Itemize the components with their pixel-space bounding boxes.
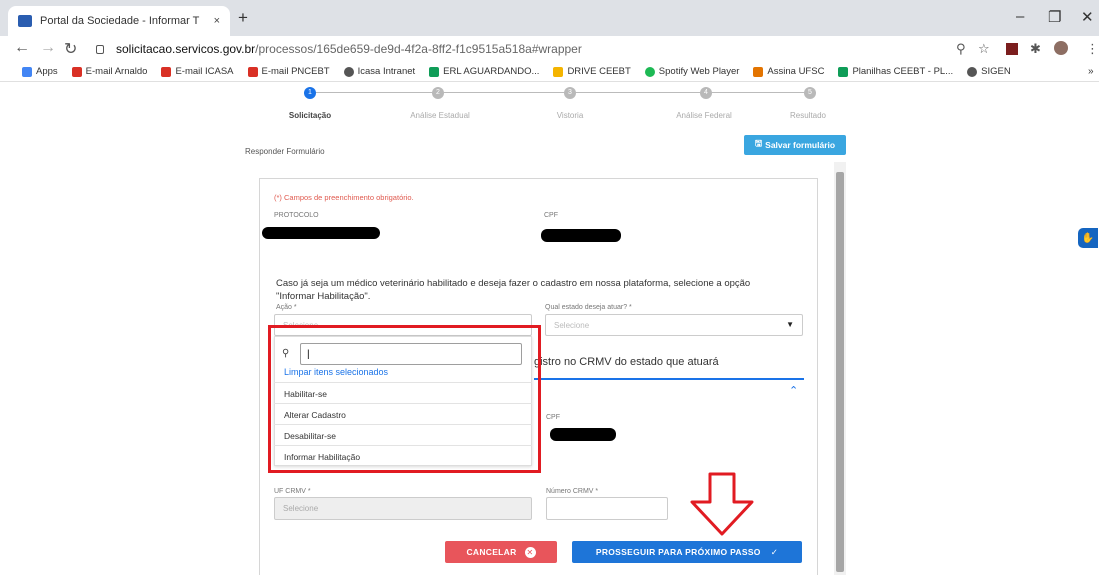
step-2-label: Análise Estadual: [410, 111, 470, 120]
required-note: (*) Campos de preenchimento obrigatório.: [274, 193, 414, 202]
favicon-icon: [18, 15, 32, 27]
close-window-icon[interactable]: ✕: [1081, 8, 1094, 26]
browser-tab-bar: Portal da Sociedade - Informar T × + – ❐…: [0, 0, 1099, 36]
step-2-indicator: 2: [432, 87, 444, 99]
arrow-down-icon: [690, 472, 754, 536]
bookmark-item[interactable]: Planilhas CEEBT - PL...: [838, 66, 953, 77]
new-tab-button[interactable]: +: [238, 8, 248, 28]
step-4-indicator: 4: [700, 87, 712, 99]
step-5-label: Resultado: [789, 111, 827, 120]
step-connector: [444, 92, 564, 93]
redacted-protocol: [262, 227, 380, 239]
protocol-label: PROTOCOLO: [274, 212, 319, 219]
bookmark-star-icon[interactable]: ☆: [978, 41, 990, 57]
cpf-label: CPF: [544, 212, 558, 219]
step-5-indicator: 5: [804, 87, 816, 99]
sheets-icon: [838, 66, 849, 77]
check-icon: ✓: [770, 546, 779, 557]
gmail-icon: [161, 66, 172, 77]
highlight-box: [268, 325, 541, 473]
spotify-icon: [644, 66, 655, 77]
gmail-icon: [71, 66, 82, 77]
bookmark-item[interactable]: E-mail ICASA: [161, 66, 234, 77]
state-label: Qual estado deseja atuar? *: [545, 304, 632, 311]
bookmark-item[interactable]: Icasa Intranet: [343, 66, 415, 77]
bookmark-item[interactable]: Assina UFSC: [753, 66, 824, 77]
bookmark-item[interactable]: Apps: [22, 66, 58, 77]
bookmarks-bar: Apps E-mail Arnaldo E-mail ICASA E-mail …: [0, 62, 1099, 82]
cpf-label-2: CPF: [546, 414, 560, 421]
reload-icon[interactable]: ↻: [64, 39, 77, 59]
bookmark-item[interactable]: E-mail PNCEBT: [247, 66, 330, 77]
maximize-icon[interactable]: ❐: [1048, 8, 1061, 26]
chevron-up-icon[interactable]: ⌃: [789, 384, 798, 397]
step-4-label: Análise Federal: [676, 111, 732, 120]
apps-icon: [22, 66, 32, 77]
globe-icon: [343, 66, 354, 77]
menu-icon[interactable]: ⋮: [1086, 41, 1099, 57]
url-domain: solicitacao.servicos.gov.br: [116, 42, 256, 56]
url-path: /processos/165de659-de9d-4f2a-8ff2-f1c95…: [255, 42, 582, 56]
address-bar[interactable]: solicitacao.servicos.gov.br/processos/16…: [96, 38, 946, 60]
bookmark-item[interactable]: DRIVE CEEBT: [553, 66, 631, 77]
back-icon[interactable]: ←: [14, 39, 30, 57]
info-text: Caso já seja um médico veterinário habil…: [276, 278, 751, 302]
uf-crmv-label: UF CRMV *: [274, 488, 311, 495]
bookmark-item[interactable]: E-mail Arnaldo: [71, 66, 147, 77]
cancel-circle-icon: ✕: [524, 546, 536, 558]
gmail-icon: [247, 66, 258, 77]
scrollbar-thumb[interactable]: [836, 172, 844, 572]
forward-icon[interactable]: →: [40, 39, 56, 57]
section-divider: [534, 378, 804, 380]
uf-crmv-select[interactable]: Selecione: [274, 497, 532, 520]
step-connector: [576, 92, 700, 93]
lock-icon: [96, 44, 104, 54]
profile-avatar[interactable]: [1054, 41, 1068, 55]
chevron-down-icon: ▼: [786, 320, 794, 329]
browser-tab[interactable]: Portal da Sociedade - Informar T ×: [8, 6, 230, 36]
state-select[interactable]: Selecione ▼: [545, 314, 803, 336]
bookmark-item[interactable]: SIGEN: [967, 66, 1011, 77]
next-step-button[interactable]: PROSSEGUIR PARA PRÓXIMO PASSO ✓: [572, 541, 802, 563]
step-connector: [712, 92, 804, 93]
sheets-icon: [429, 66, 440, 77]
respond-form-label: Responder Formulário: [245, 147, 325, 156]
accessibility-icon[interactable]: ✋: [1078, 228, 1098, 248]
extension-icon[interactable]: [1006, 43, 1018, 55]
redacted-cpf-2: [550, 428, 616, 441]
cancel-button[interactable]: CANCELAR ✕: [445, 541, 557, 563]
redacted-cpf: [541, 229, 621, 242]
tab-title: Portal da Sociedade - Informar T: [40, 15, 200, 27]
bookmark-item[interactable]: Spotify Web Player: [644, 66, 739, 77]
step-connector: [316, 92, 432, 93]
save-icon: 🖫: [754, 138, 763, 148]
crmv-number-input[interactable]: [546, 497, 668, 520]
bookmark-item[interactable]: ERL AGUARDANDO...: [429, 66, 539, 77]
browser-toolbar: ← → ↻ solicitacao.servicos.gov.br/proces…: [0, 36, 1099, 62]
section-title: gistro no CRMV do estado que atuará: [534, 356, 719, 368]
save-form-button[interactable]: 🖫 Salvar formulário: [744, 135, 846, 155]
globe-icon: [967, 66, 978, 77]
action-label: Ação *: [276, 304, 297, 311]
drive-icon: [553, 66, 564, 77]
extensions-puzzle-icon[interactable]: ✱: [1030, 41, 1041, 57]
assina-icon: [753, 66, 764, 77]
zoom-icon[interactable]: ⚲: [956, 41, 966, 57]
step-3-indicator: 3: [564, 87, 576, 99]
tab-close-icon[interactable]: ×: [214, 15, 220, 27]
crmv-number-label: Número CRMV *: [546, 488, 599, 495]
minimize-icon[interactable]: –: [1016, 8, 1024, 25]
more-bookmarks-icon[interactable]: »: [1088, 66, 1094, 77]
step-1-label: Solicitação: [288, 111, 332, 120]
step-3-label: Vistoria: [556, 111, 584, 120]
step-1-indicator: 1: [304, 87, 316, 99]
